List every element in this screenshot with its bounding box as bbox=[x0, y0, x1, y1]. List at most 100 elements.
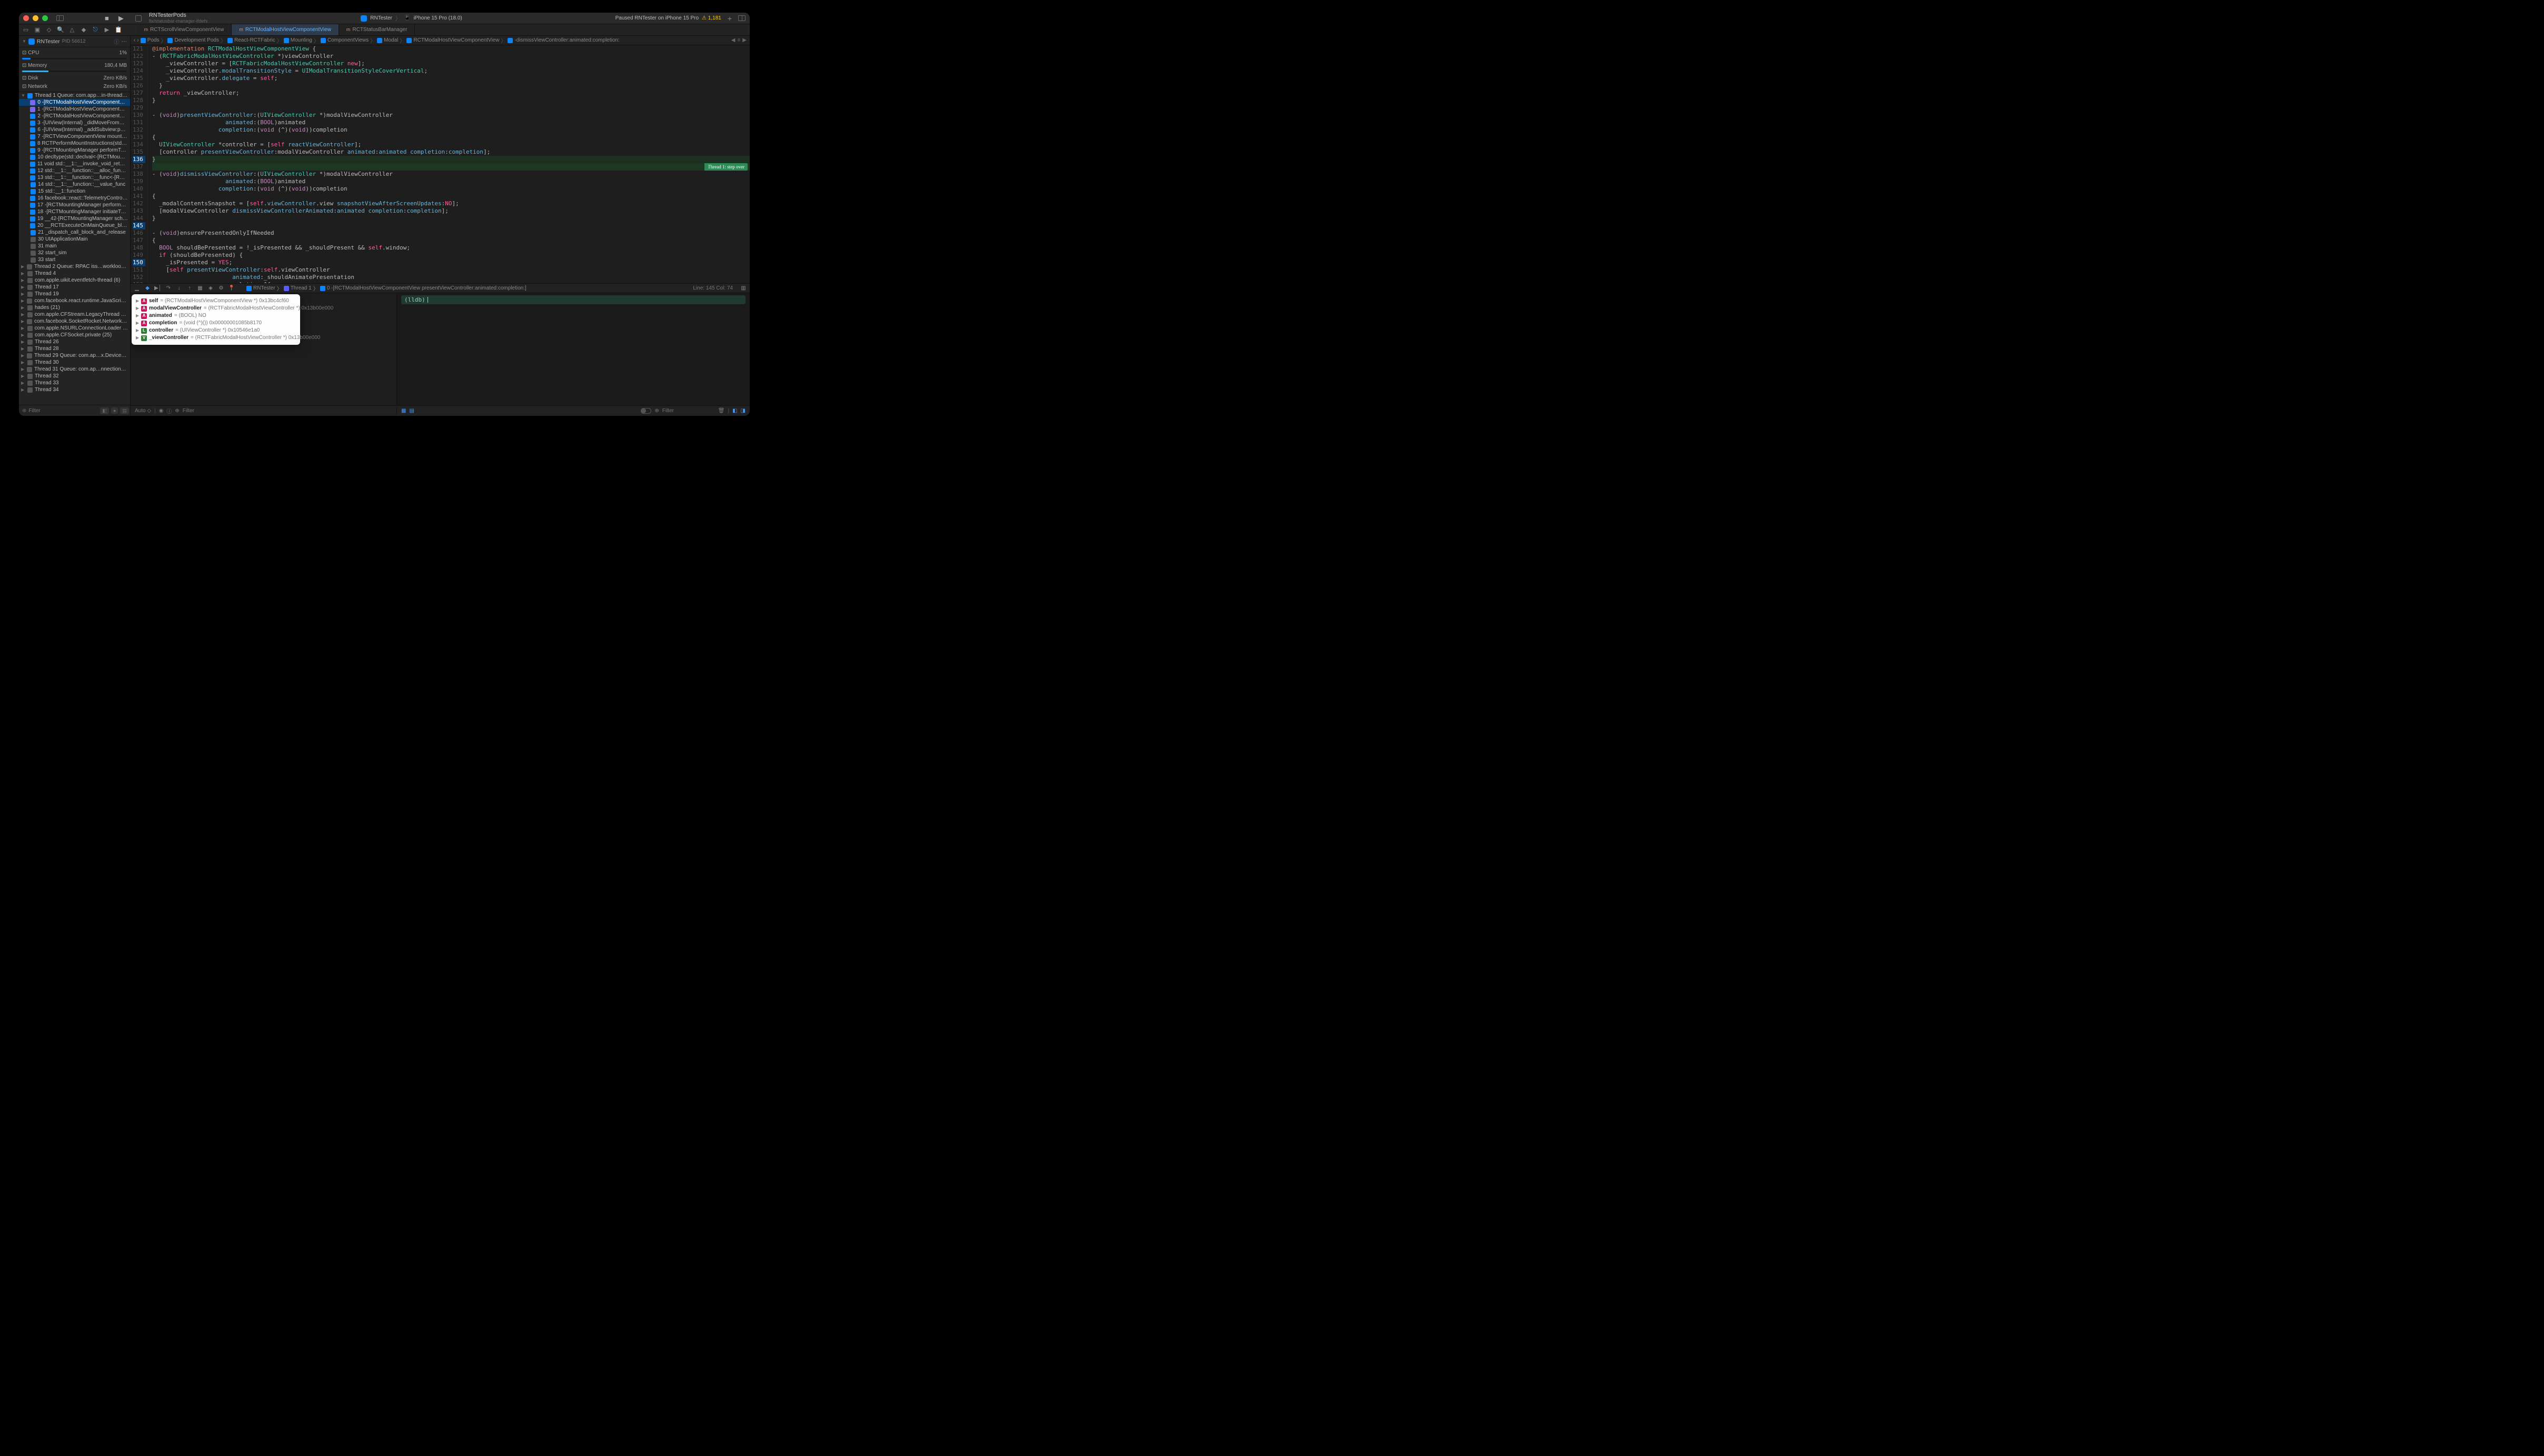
code-line[interactable]: _isPresented = YES; bbox=[152, 259, 750, 266]
stack-frame[interactable]: 20 __RCTExecuteOnMainQueue_block_i… bbox=[19, 222, 130, 229]
info-icon[interactable]: ⓘ bbox=[114, 37, 120, 45]
stack-frame[interactable]: 31 main bbox=[19, 243, 130, 250]
stack-frame[interactable]: 18 -[RCTMountingManager initiateTransa… bbox=[19, 208, 130, 215]
stack-frame[interactable]: 13 std::__1::__function::__func<-[RCTMo… bbox=[19, 174, 130, 181]
variable-row[interactable]: ▶Lcontroller = (UIViewController *) 0x10… bbox=[136, 327, 296, 334]
code-line[interactable]: @implementation RCTModalHostViewComponen… bbox=[152, 45, 750, 53]
nav-test-icon[interactable]: ◆ bbox=[80, 26, 87, 34]
breadcrumb-segment[interactable]: Mounting bbox=[284, 36, 312, 44]
code-line[interactable] bbox=[152, 222, 750, 230]
code-line[interactable]: [controller presentViewController:modalV… bbox=[152, 148, 750, 156]
step-over-icon[interactable]: ↷ bbox=[165, 285, 172, 292]
thread-row[interactable]: ▶Thread 30 bbox=[19, 359, 130, 366]
thread-row[interactable]: ▶com.apple.NSURLConnectionLoader (24) bbox=[19, 325, 130, 332]
variable-row[interactable]: ▶Aself = (RCTModalHostViewComponentView … bbox=[136, 297, 296, 305]
stack-frame[interactable]: 0 -[RCTModalHostViewComponentView… bbox=[19, 99, 130, 106]
breadcrumb-segment[interactable]: Pods bbox=[141, 36, 160, 44]
stack-frame[interactable]: 33 start bbox=[19, 256, 130, 263]
thread-row[interactable]: ▶Thread 28 bbox=[19, 345, 130, 352]
editor-tab[interactable]: mRCTScrollViewComponentView bbox=[137, 24, 232, 35]
nav-source-icon[interactable]: ▣ bbox=[34, 26, 41, 34]
continue-icon[interactable]: ▶│ bbox=[155, 285, 161, 292]
breakpoints-toggle-icon[interactable]: ◆ bbox=[144, 285, 151, 292]
vars-pane-toggle-icon[interactable]: ◧ bbox=[732, 408, 737, 414]
scope-selector[interactable]: Auto ◇ bbox=[135, 408, 151, 414]
thread-row[interactable]: ▶Thread 32 bbox=[19, 373, 130, 380]
step-into-icon[interactable]: ↓ bbox=[176, 285, 182, 292]
stack-frame[interactable]: 21 _dispatch_call_block_and_release bbox=[19, 229, 130, 236]
stack-frame[interactable]: 8 RCTPerformMountInstructions(std::__1::… bbox=[19, 140, 130, 147]
step-out-icon[interactable]: ↑ bbox=[186, 285, 193, 292]
breadcrumb-segment[interactable]: Modal bbox=[377, 36, 398, 44]
nav-symbol-icon[interactable]: ◇ bbox=[45, 26, 53, 34]
console[interactable]: (lldb) bbox=[397, 293, 750, 405]
lldb-prompt[interactable]: (lldb) bbox=[401, 295, 746, 304]
code-line[interactable]: _viewController = [RCTFabricModalHostVie… bbox=[152, 60, 750, 67]
nav-project-icon[interactable]: ▭ bbox=[22, 26, 29, 34]
window-minimize[interactable] bbox=[33, 15, 38, 21]
code-line[interactable]: [modalViewController dismissViewControll… bbox=[152, 207, 750, 215]
minimap-toggle-icon[interactable]: ▥ bbox=[740, 285, 747, 292]
code-line[interactable]: } bbox=[152, 156, 750, 163]
code-line[interactable]: animated:(BOOL)animated bbox=[152, 178, 750, 185]
editor-tab[interactable]: mRCTStatusBarManager bbox=[339, 24, 415, 35]
breadcrumb-segment[interactable]: React-RCTFabric bbox=[227, 36, 275, 44]
code-line[interactable]: animated:_shouldAnimatePresentation bbox=[152, 274, 750, 281]
window-zoom[interactable] bbox=[42, 15, 48, 21]
code-line[interactable]: return _viewController; bbox=[152, 89, 750, 97]
code-line[interactable]: - (void)dismissViewController:(UIViewCon… bbox=[152, 171, 750, 178]
code-line[interactable]: _modalContentsSnapshot = [self.viewContr… bbox=[152, 200, 750, 207]
filter-pill-3[interactable]: ▤ bbox=[120, 407, 129, 414]
console-view-icon[interactable]: ▦ bbox=[401, 408, 406, 414]
thread-list[interactable]: ▼ Thread 1 Queue: com.app…in-thread (ser… bbox=[19, 92, 130, 405]
nav-debug-icon[interactable]: ⎋ bbox=[92, 26, 99, 34]
stack-frame[interactable]: 3 -[UIView(Internal) _didMoveFromWindo… bbox=[19, 119, 130, 126]
code-line[interactable]: completion:^{ bbox=[152, 281, 750, 283]
run-destination[interactable]: RNTester 〉 📱 iPhone 15 Pro (18.0) bbox=[361, 14, 462, 22]
console-filter-input[interactable] bbox=[662, 408, 715, 414]
scheme-selector[interactable]: RNTesterPods fix/statusbar-manager-ifdef… bbox=[149, 13, 208, 24]
thread-row[interactable]: ▶Thread 17 bbox=[19, 284, 130, 291]
bc-prev-icon[interactable]: ◀ bbox=[731, 37, 736, 43]
variable-row[interactable]: ▶Aanimated = (BOOL) NO bbox=[136, 312, 296, 320]
breadcrumb-segment[interactable]: RCTModalHostViewComponentView bbox=[406, 36, 499, 44]
stack-frame[interactable]: 11 void std::__1::__invoke_void_return_w… bbox=[19, 161, 130, 167]
hide-debug-icon[interactable]: ▁ bbox=[134, 285, 140, 292]
thread-row[interactable]: ▶Thread 29 Queue: com.ap…x.Device (seria… bbox=[19, 352, 130, 359]
code-line[interactable]: { bbox=[152, 134, 750, 141]
options-icon[interactable]: ⋯ bbox=[122, 38, 127, 45]
stop-button[interactable]: ■ bbox=[102, 14, 112, 22]
variable-row[interactable]: ▶Acompletion = (void (^)()) 0x0000000108… bbox=[136, 320, 296, 327]
library-button[interactable] bbox=[738, 15, 746, 21]
memory-graph-icon[interactable]: ◈ bbox=[207, 285, 214, 292]
stack-frame[interactable]: 17 -[RCTMountingManager performTrans… bbox=[19, 202, 130, 208]
filter-pill-1[interactable]: ◧ bbox=[100, 407, 109, 414]
filter-pill-2[interactable]: ● bbox=[111, 407, 118, 414]
nav-find-icon[interactable]: 🔍 bbox=[57, 26, 64, 34]
code-line[interactable]: if (shouldBePresented) { bbox=[152, 252, 750, 259]
warning-count[interactable]: ⚠ 1,181 bbox=[702, 15, 721, 21]
console-clear-icon[interactable]: ▤ bbox=[409, 408, 414, 414]
filter-input[interactable] bbox=[28, 408, 98, 414]
print-icon[interactable]: ⓘ bbox=[166, 407, 172, 415]
bc-menu-icon[interactable]: ≡ bbox=[737, 37, 740, 43]
code-line[interactable]: BOOL shouldBePresented = !_isPresented &… bbox=[152, 244, 750, 252]
code-line[interactable]: - (void)ensurePresentedOnlyIfNeeded bbox=[152, 230, 750, 237]
code-line[interactable]: Thread 1: step over bbox=[152, 163, 750, 171]
breadcrumb-segment[interactable]: Development Pods bbox=[167, 36, 219, 44]
thread-row[interactable]: ▶com.apple.CFStream.LegacyThread (22) bbox=[19, 311, 130, 318]
code-line[interactable]: { bbox=[152, 193, 750, 200]
code-line[interactable]: - (RCTFabricModalHostViewController *)vi… bbox=[152, 53, 750, 60]
thread-row[interactable]: ▶Thread 2 Queue: RPAC iss…workloop (seri… bbox=[19, 263, 130, 270]
window-close[interactable] bbox=[23, 15, 29, 21]
navigator-filter[interactable]: ⊕ ◧ ● ▤ bbox=[19, 405, 130, 416]
code-line[interactable]: [self presentViewController:self.viewCon… bbox=[152, 266, 750, 274]
nav-report-icon[interactable]: 📋 bbox=[115, 26, 122, 34]
breadcrumb-segment[interactable]: ComponentViews bbox=[321, 36, 369, 44]
code-line[interactable]: completion:(void (^)(void))completion bbox=[152, 126, 750, 134]
stack-frame[interactable]: 2 -[RCTModalHostViewComponentView… bbox=[19, 113, 130, 119]
variables-view[interactable]: ▶Aself = (RCTModalHostViewComponentView … bbox=[131, 293, 397, 405]
thread-row[interactable]: ▶Thread 33 bbox=[19, 380, 130, 386]
debug-jump-bar[interactable]: RNTester 〉 Thread 1 〉 0 -[RCTModalHostVi… bbox=[246, 284, 526, 292]
code-line[interactable]: } bbox=[152, 82, 750, 89]
